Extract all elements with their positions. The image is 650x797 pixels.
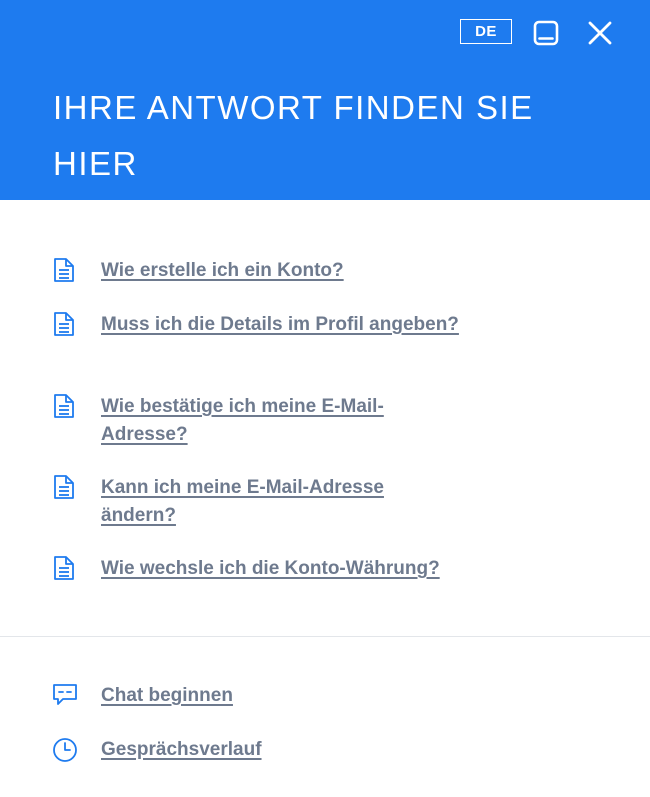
clock-icon [53, 738, 77, 762]
page-title: IHRE ANTWORT FINDEN SIE HIER [53, 89, 534, 182]
close-button[interactable] [585, 18, 615, 48]
close-icon [588, 21, 612, 45]
document-icon [54, 258, 74, 282]
document-icon [54, 312, 74, 336]
faq-link[interactable]: Wie wechsle ich die Konto-Währung? [101, 555, 521, 583]
document-icon [54, 394, 74, 418]
widget-header: DE IHRE ANTWORT FINDEN SIE HIER [0, 0, 650, 200]
faq-link[interactable]: Wie erstelle ich ein Konto? [101, 257, 461, 285]
section-divider [0, 636, 650, 637]
faq-link[interactable]: Wie bestätige ich meine E-Mail-Adresse? [101, 393, 461, 449]
chat-icon [53, 684, 77, 705]
minimize-icon [533, 20, 559, 46]
start-chat-link[interactable]: Chat beginnen [101, 682, 461, 710]
faq-link[interactable]: Muss ich die Details im Profil angeben? [101, 311, 461, 339]
minimize-button[interactable] [531, 18, 561, 48]
language-selector[interactable]: DE [460, 19, 512, 44]
faq-link[interactable]: Kann ich meine E-Mail-Adresse ändern? [101, 474, 461, 530]
conversation-history-link[interactable]: Gesprächsverlauf [101, 736, 461, 764]
document-icon [54, 475, 74, 499]
document-icon [54, 556, 74, 580]
